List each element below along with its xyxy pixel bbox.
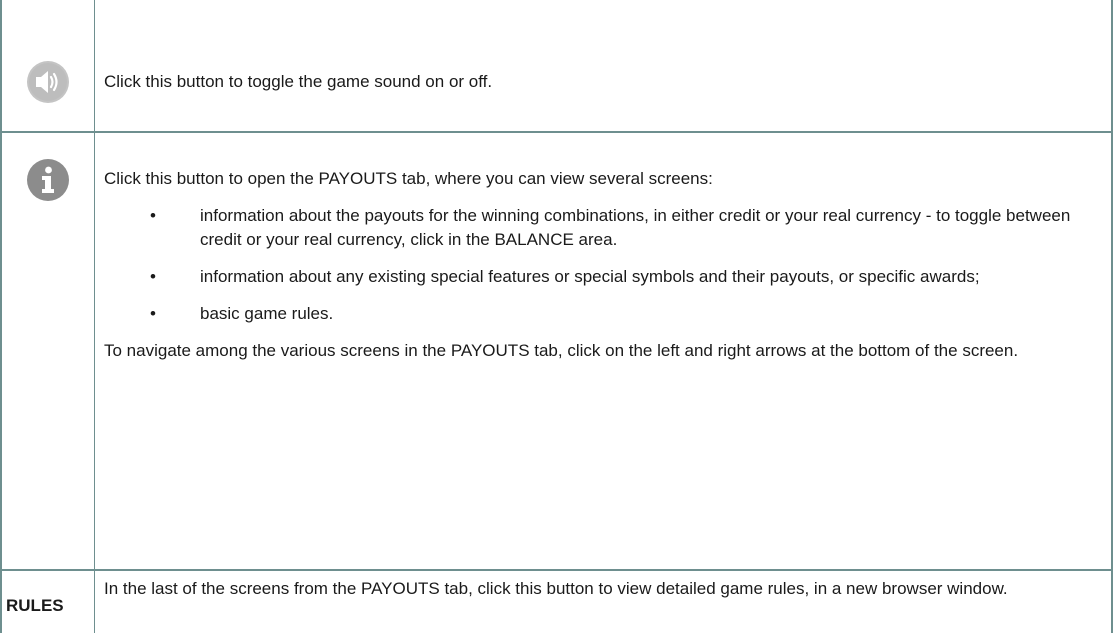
sound-description: Click this button to toggle the game sou… bbox=[104, 70, 1093, 94]
payouts-description: Click this button to open the PAYOUTS ta… bbox=[104, 167, 1093, 363]
bullet-item: basic game rules. bbox=[104, 302, 1093, 326]
payouts-bullet-list: information about the payouts for the wi… bbox=[104, 204, 1093, 326]
rules-row: RULES In the last of the screens from th… bbox=[2, 571, 1113, 633]
rules-text: In the last of the screens from the PAYO… bbox=[104, 579, 1008, 598]
payouts-intro: Click this button to open the PAYOUTS ta… bbox=[104, 169, 713, 188]
payouts-outro: To navigate among the various screens in… bbox=[104, 341, 1019, 360]
bullet-item: information about the payouts for the wi… bbox=[104, 204, 1093, 252]
speaker-icon bbox=[27, 61, 69, 103]
bullet-item: information about any existing special f… bbox=[104, 265, 1093, 289]
rules-button-label: RULES bbox=[6, 596, 64, 615]
sound-row: Click this button to toggle the game sou… bbox=[2, 0, 1113, 131]
info-icon bbox=[27, 159, 69, 201]
rules-label-cell: RULES bbox=[2, 579, 98, 633]
payouts-row: Click this button to open the PAYOUTS ta… bbox=[2, 133, 1113, 579]
help-table: Click this button to toggle the game sou… bbox=[0, 0, 1113, 633]
sound-text: Click this button to toggle the game sou… bbox=[104, 72, 493, 91]
sound-icon-cell bbox=[2, 54, 94, 110]
rules-description: In the last of the screens from the PAYO… bbox=[104, 577, 1093, 601]
info-icon-cell bbox=[2, 133, 94, 203]
